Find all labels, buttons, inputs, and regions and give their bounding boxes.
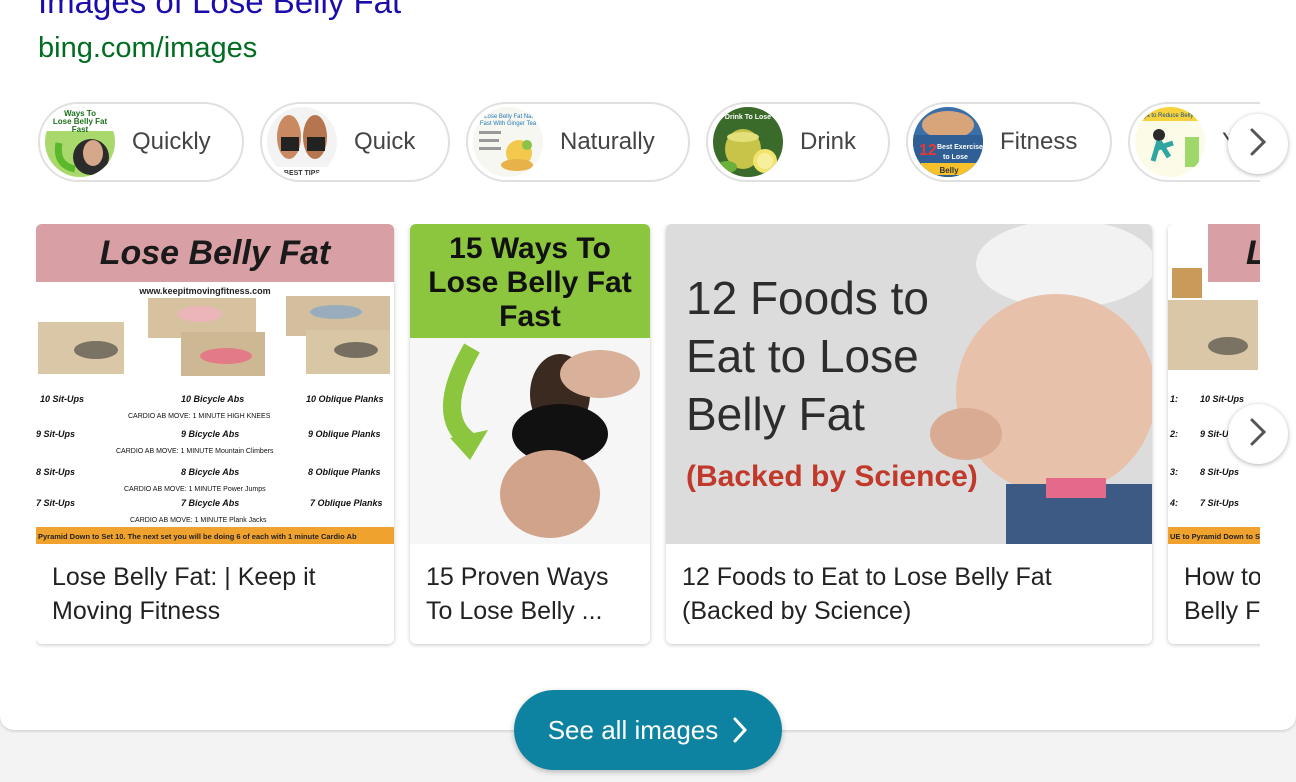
svg-text:to Lose: to Lose [943, 154, 968, 161]
related-chips-row: Ways To Lose Belly Fat Fast Quickly BEST… [38, 102, 1260, 186]
image-caption: Lose Belly Fat: | Keep it Moving Fitness [52, 563, 316, 625]
chip-fitness[interactable]: 12 Best Exercises to Lose Belly Fitness [906, 102, 1112, 182]
chip-quick[interactable]: BEST TIPS Quick [260, 102, 450, 182]
images-title-link[interactable]: Images of Lose Belly Fat [38, 0, 401, 21]
chip-naturally[interactable]: To Lose Belly Fat Natur. Fast With Ginge… [466, 102, 690, 182]
chip-drink[interactable]: Drink To Lose Drink [706, 102, 890, 182]
thumb-row-a: 7 Sit-Ups [36, 498, 75, 508]
thumb-row-a: 3: [1170, 467, 1178, 477]
thumb-row-note: CARDIO AB MOVE: 1 MINUTE Power Jumps [124, 486, 266, 493]
chips-next-button[interactable] [1228, 114, 1288, 174]
image-thumbnail: Lo 1: 10 Sit-Ups 2: 9 Sit-Ups 3: 8 Sit-U… [1168, 224, 1260, 544]
thumb-heading-line: Fast [499, 300, 561, 333]
svg-text:Yoga to Reduce Belly Fat: Yoga to Reduce Belly Fat [1136, 113, 1204, 119]
thumb-row-a: 2: [1169, 429, 1178, 439]
chip-quickly[interactable]: Ways To Lose Belly Fat Fast Quickly [38, 102, 244, 182]
svg-text:Fast: Fast [72, 125, 89, 134]
chip-label: Fitness [1000, 128, 1078, 155]
thumb-row-b: 9 Bicycle Abs [181, 429, 239, 439]
chip-thumbnail: 12 Best Exercises to Lose Belly [913, 107, 983, 177]
chevron-right-icon [1247, 417, 1269, 452]
thumb-row-a: 8 Sit-Ups [36, 467, 75, 477]
thumb-row-b: 10 Sit-Ups [1200, 394, 1244, 404]
thumb-heading-line: Lose Belly Fat [428, 266, 631, 299]
chip-label: Quick [354, 128, 416, 155]
image-caption: 12 Foods to Eat to Lose Belly Fat (Backe… [682, 563, 1052, 625]
chip-thumbnail: To Lose Belly Fat Natur. Fast With Ginge… [473, 107, 543, 177]
chip-thumbnail: Yoga to Reduce Belly Fat [1135, 107, 1205, 177]
see-all-images-button[interactable]: See all images [514, 690, 782, 770]
thumb-row-a: 1: [1170, 394, 1178, 404]
thumb-subheading: (Backed by Science) [686, 460, 978, 493]
svg-text:12: 12 [919, 142, 937, 159]
chevron-right-icon [1247, 127, 1269, 162]
thumb-footer: Pyramid Down to Set 10. The next set you… [38, 532, 357, 541]
thumb-row-a: 4: [1169, 498, 1178, 508]
images-next-button[interactable] [1228, 404, 1288, 464]
image-thumbnail: Lose Belly Fat www.keepitmovingfitness.c… [36, 224, 394, 544]
image-result-card[interactable]: 12 Foods to Eat to Lose Belly Fat (Backe… [666, 224, 1152, 644]
thumb-heading-line: 15 Ways To [449, 232, 611, 265]
image-result-card[interactable]: Lose Belly Fat www.keepitmovingfitness.c… [36, 224, 394, 644]
svg-text:Fast With Ginger Tea: Fast With Ginger Tea [480, 121, 537, 127]
thumb-row-c: 7 Oblique Planks [310, 498, 383, 508]
thumb-site: www.keepitmovingfitness.com [138, 286, 270, 296]
thumb-row-a: 9 Sit-Ups [36, 429, 75, 439]
image-results-carousel: Lose Belly Fat www.keepitmovingfitness.c… [36, 224, 1260, 648]
thumb-row-b: 8 Sit-Ups [1200, 467, 1239, 477]
thumb-row-note: CARDIO AB MOVE: 1 MINUTE Mountain Climbe… [116, 448, 274, 455]
thumb-row-a: 10 Sit-Ups [40, 394, 84, 404]
image-result-card[interactable]: 15 Ways To Lose Belly Fat Fast 15 Proven… [410, 224, 650, 644]
thumb-row-b: 8 Bicycle Abs [181, 467, 239, 477]
thumb-heading-line: Belly Fat [686, 388, 865, 440]
thumb-heading: Lo [1246, 234, 1260, 272]
chip-label: Quickly [132, 128, 211, 155]
image-thumbnail: 15 Ways To Lose Belly Fat Fast [410, 224, 650, 544]
thumb-heading-line: Eat to Lose [686, 330, 919, 382]
svg-text:Best Exercises: Best Exercises [937, 144, 983, 151]
image-caption: How to Lose Belly Fat - M... [1184, 563, 1260, 625]
thumb-row-b: 7 Bicycle Abs [181, 498, 239, 508]
thumb-footer: UE to Pyramid Down to Set 10. [1170, 532, 1260, 541]
svg-text:Drink To Lose: Drink To Lose [725, 114, 771, 121]
thumb-row-note: CARDIO AB MOVE: 1 MINUTE HIGH KNEES [128, 413, 271, 420]
thumb-row-b: 7 Sit-Ups [1200, 498, 1239, 508]
chip-thumbnail: Ways To Lose Belly Fat Fast [45, 107, 115, 177]
image-thumbnail: 12 Foods to Eat to Lose Belly Fat (Backe… [666, 224, 1152, 544]
svg-text:BEST TIPS: BEST TIPS [284, 170, 321, 177]
thumb-heading-line: 12 Foods to [686, 272, 929, 324]
chip-label: Naturally [560, 128, 655, 155]
chip-label: Drink [800, 128, 857, 155]
thumb-row-note: CARDIO AB MOVE: 1 MINUTE Plank Jacks [130, 517, 267, 524]
chip-thumbnail: BEST TIPS [267, 107, 337, 177]
svg-text:To Lose Belly Fat Natur.: To Lose Belly Fat Natur. [476, 114, 540, 120]
thumb-row-c: 9 Oblique Planks [308, 429, 381, 439]
thumb-heading: Lose Belly Fat [100, 234, 332, 272]
see-all-label: See all images [547, 714, 719, 745]
thumb-row-c: 10 Oblique Planks [306, 394, 384, 404]
source-url: bing.com/images [38, 32, 258, 64]
svg-text:Belly: Belly [939, 166, 959, 175]
thumb-row-c: 8 Oblique Planks [308, 467, 381, 477]
image-caption: 15 Proven Ways To Lose Belly ... [426, 563, 609, 625]
thumb-row-b: 10 Bicycle Abs [181, 394, 244, 404]
chip-thumbnail: Drink To Lose [713, 107, 783, 177]
chevron-right-icon [732, 716, 748, 744]
